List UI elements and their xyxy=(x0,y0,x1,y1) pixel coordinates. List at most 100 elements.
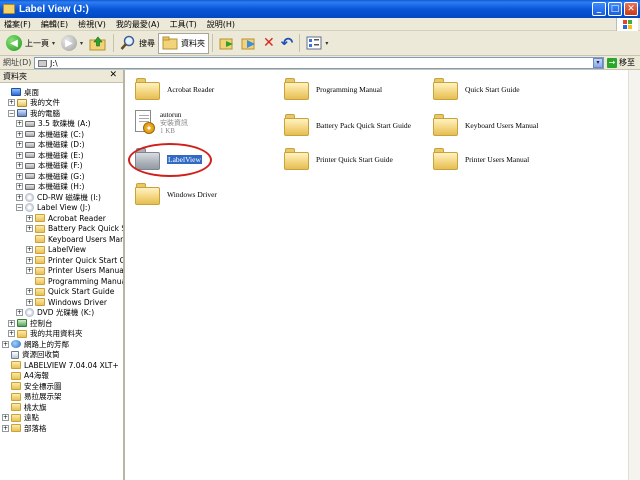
menu-view[interactable]: 檢視(V) xyxy=(78,19,106,30)
folder-icon xyxy=(433,78,458,100)
tree-item[interactable]: + 本機磁碟 (G:) xyxy=(16,171,85,181)
folder-pane-title: 資料夾 xyxy=(3,71,27,81)
expand-icon[interactable]: + xyxy=(26,246,33,253)
expand-icon[interactable]: + xyxy=(26,214,33,222)
go-button[interactable]: → 移至 xyxy=(607,57,635,68)
delete-button[interactable]: ✕ xyxy=(260,33,278,54)
tree-item[interactable]: 安全標示圖 xyxy=(2,381,62,391)
folder-item[interactable]: Windows Driver xyxy=(135,183,217,205)
expand-icon[interactable]: + xyxy=(16,151,23,159)
move-to-button[interactable] xyxy=(216,33,238,54)
address-input[interactable]: J:\ xyxy=(34,57,604,69)
tree-item[interactable]: Keyboard Users Manual xyxy=(26,234,123,244)
tree-item[interactable]: 資源回收筒 xyxy=(2,350,60,360)
menu-file[interactable]: 檔案(F) xyxy=(4,19,31,30)
tree-item[interactable]: + Quick Start Guide xyxy=(26,287,114,297)
expand-icon[interactable]: + xyxy=(8,99,15,106)
tree-item[interactable]: + 網路上的芳鄰 xyxy=(2,339,69,349)
expand-icon[interactable]: + xyxy=(2,340,9,348)
chevron-down-icon[interactable]: ▾ xyxy=(52,40,55,47)
up-folder-icon xyxy=(89,36,106,51)
expand-icon[interactable]: + xyxy=(16,141,23,148)
tree-item[interactable]: 桌面 xyxy=(2,87,39,97)
folder-item[interactable]: Battery Pack Quick Start Guide xyxy=(284,114,411,136)
views-button[interactable]: ▾ xyxy=(303,33,331,54)
tree-item[interactable]: + CD-RW 磁碟機 (I:) xyxy=(16,192,101,202)
expand-icon[interactable]: + xyxy=(8,330,15,337)
tree-item-label: A4海報 xyxy=(24,371,49,380)
expand-icon[interactable]: + xyxy=(2,424,9,432)
tree-item[interactable]: + Printer Users Manual xyxy=(26,266,123,276)
tree-item[interactable]: LABELVIEW 7.04.04 XLT+ xyxy=(2,360,119,370)
folder-item[interactable]: Acrobat Reader xyxy=(135,78,214,100)
tree-item[interactable]: 桃太旗 xyxy=(2,402,47,412)
chevron-down-icon[interactable]: ▾ xyxy=(325,40,328,47)
close-button[interactable]: ✕ xyxy=(624,2,638,16)
toolbar: ◀ 上一頁 ▾ ▶ ▾ 搜尋 資料夾 ✕ ↶ ▾ xyxy=(0,31,640,56)
expand-icon[interactable]: + xyxy=(2,414,9,421)
address-dropdown-button[interactable]: ▾ xyxy=(593,58,603,68)
maximize-button[interactable]: □ xyxy=(608,2,622,16)
expand-icon[interactable]: + xyxy=(16,193,23,201)
tree-item[interactable]: + 我的文件 xyxy=(8,98,60,108)
tree-item[interactable]: + 本機磁碟 (F:) xyxy=(16,161,83,171)
folder-icon xyxy=(35,224,45,233)
tree-item[interactable]: + Printer Quick Start Guide xyxy=(26,255,123,265)
expand-icon[interactable]: + xyxy=(16,183,23,190)
menu-edit[interactable]: 編輯(E) xyxy=(41,19,68,30)
file-item[interactable]: autorun 安裝資訊 1 KB xyxy=(133,110,188,136)
expand-icon[interactable]: + xyxy=(16,309,23,316)
folder-item[interactable]: Printer Quick Start Guide xyxy=(284,148,393,170)
forward-button[interactable]: ▶ ▾ xyxy=(58,33,86,54)
folder-item[interactable]: Quick Start Guide xyxy=(433,78,520,100)
tree-item[interactable]: + 本機磁碟 (H:) xyxy=(16,182,84,192)
chevron-down-icon[interactable]: ▾ xyxy=(80,40,83,47)
minimize-button[interactable]: _ xyxy=(592,2,606,16)
collapse-icon[interactable]: − xyxy=(16,204,23,211)
tree-item[interactable]: + 控制台 xyxy=(8,318,53,328)
expand-icon[interactable]: + xyxy=(16,162,23,169)
back-button[interactable]: ◀ 上一頁 ▾ xyxy=(3,33,58,54)
search-button[interactable]: 搜尋 xyxy=(117,33,158,54)
expand-icon[interactable]: + xyxy=(26,288,33,295)
tree-item[interactable]: + 本機磁碟 (C:) xyxy=(16,129,84,139)
folder-item[interactable]: Keyboard Users Manual xyxy=(433,114,538,136)
tree-item[interactable]: + DVD 光碟機 (K:) xyxy=(16,308,94,318)
copy-to-button[interactable] xyxy=(238,33,260,54)
menu-help[interactable]: 說明(H) xyxy=(207,19,235,30)
menu-favorites[interactable]: 我的最愛(A) xyxy=(116,19,160,30)
expand-icon[interactable]: + xyxy=(16,120,23,127)
tree-item[interactable]: + Windows Driver xyxy=(26,297,107,307)
tree-item[interactable]: 易拉展示架 xyxy=(2,392,62,402)
control-panel-icon xyxy=(17,319,27,327)
expand-icon[interactable]: + xyxy=(26,256,33,264)
tree-item[interactable]: + LabelView xyxy=(26,245,86,255)
expand-icon[interactable]: + xyxy=(16,130,23,138)
folder-item[interactable]: Programming Manual xyxy=(284,78,382,100)
expand-icon[interactable]: + xyxy=(16,172,23,180)
close-pane-button[interactable]: ✕ xyxy=(109,70,117,80)
tree-item[interactable]: − 我的電腦 xyxy=(8,108,60,118)
tree-item[interactable]: Programming Manual xyxy=(26,276,123,286)
tree-item[interactable]: − Label View (J:) xyxy=(16,203,90,213)
menu-tools[interactable]: 工具(T) xyxy=(170,19,197,30)
expand-icon[interactable]: + xyxy=(26,225,33,232)
tree-item[interactable]: + 部落格 xyxy=(2,423,47,433)
tree-item[interactable]: + 本機磁碟 (E:) xyxy=(16,150,84,160)
undo-button[interactable]: ↶ xyxy=(278,33,297,54)
vertical-scrollbar[interactable] xyxy=(628,70,640,480)
tree-item[interactable]: + 遠點 xyxy=(2,413,39,423)
tree-item[interactable]: + Acrobat Reader xyxy=(26,213,106,223)
collapse-icon[interactable]: − xyxy=(8,109,15,117)
folders-button[interactable]: 資料夾 xyxy=(158,32,210,54)
tree-item[interactable]: + 本機磁碟 (D:) xyxy=(16,140,85,150)
expand-icon[interactable]: + xyxy=(8,319,15,327)
tree-item[interactable]: A4海報 xyxy=(2,371,49,381)
folder-item[interactable]: Printer Users Manual xyxy=(433,148,529,170)
up-folder-button[interactable] xyxy=(86,33,110,54)
expand-icon[interactable]: + xyxy=(26,298,33,306)
tree-item[interactable]: +3.5 軟碟機 (A:) xyxy=(16,119,91,129)
tree-item[interactable]: + 我的共用資料夾 xyxy=(8,329,83,339)
expand-icon[interactable]: + xyxy=(26,267,33,274)
tree-item[interactable]: + Battery Pack Quick Start G xyxy=(26,224,123,234)
